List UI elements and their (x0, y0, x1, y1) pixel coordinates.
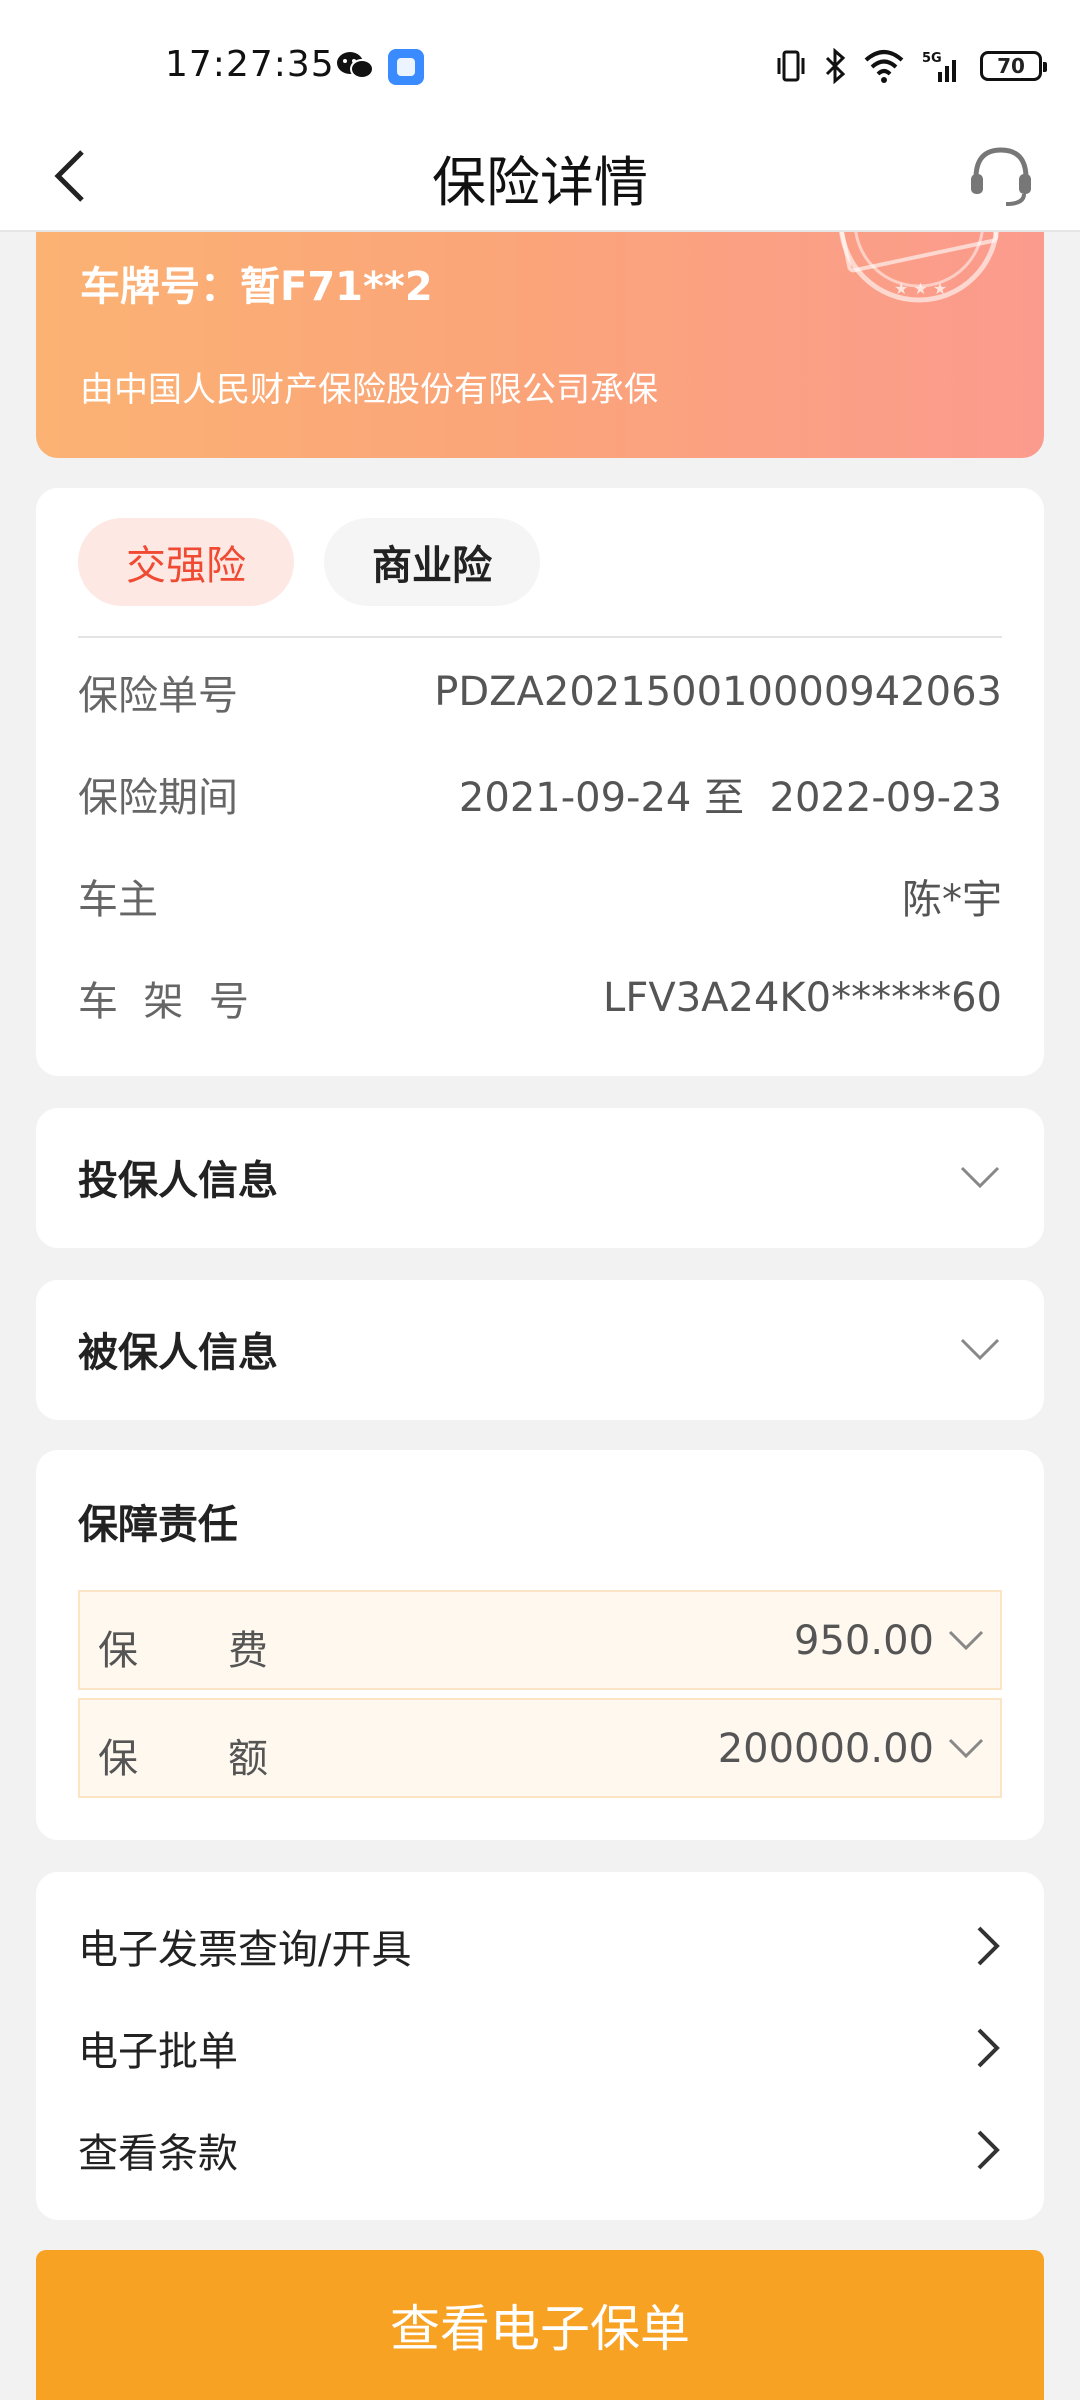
page-title: 保险详情 (432, 151, 648, 214)
vibrate-icon (777, 50, 805, 82)
premium-value: 950.00 (794, 1618, 934, 1664)
chevron-right-icon (977, 1926, 1000, 1966)
tab-commercial[interactable]: 商业险 (324, 518, 540, 606)
view-terms-link[interactable]: 查看条款 (78, 2110, 1002, 2190)
chevron-right-icon (977, 2130, 1000, 2170)
vin-value: LFV3A24K0******60 (603, 975, 1002, 1021)
policy-card: 交强险 商业险 保险单号 PDZA202150010000942063 保险期间… (36, 488, 1044, 1076)
insurer-name: 由中国人民财产保险股份有限公司承保 (80, 370, 658, 410)
chevron-down-icon (948, 1630, 984, 1651)
wechat-icon (337, 52, 374, 79)
policy-period-value: 2021-09-24 至 2022-09-23 (458, 775, 1002, 821)
links-card: 电子发票查询/开具 电子批单 查看条款 (36, 1872, 1044, 2220)
insurance-type-tabs: 交强险 商业险 (78, 518, 540, 606)
chevron-down-icon (960, 1338, 1000, 1361)
applicant-info-section[interactable]: 投保人信息 (36, 1108, 1044, 1248)
e-invoice-label: 电子发票查询/开具 (78, 1927, 412, 1973)
premium-label: 保费 (98, 1618, 268, 1676)
owner-value: 陈*宇 (902, 877, 1002, 923)
sum-insured-value: 200000.00 (717, 1726, 934, 1772)
battery-icon: 70 (980, 51, 1047, 81)
stamp-icon: ★ ★ ★ (839, 232, 999, 303)
network-label: 5G (922, 51, 942, 66)
sum-insured-label: 保额 (98, 1726, 268, 1784)
applicant-info-title: 投保人信息 (78, 1158, 278, 1204)
owner-row: 车主 陈*宇 (78, 866, 1002, 926)
bluetooth-icon (825, 48, 846, 84)
insured-info-title: 被保人信息 (78, 1330, 278, 1376)
premium-label-part: 保 (98, 1628, 138, 1674)
e-endorsement-label: 电子批单 (78, 2029, 238, 2075)
policy-period-label: 保险期间 (78, 775, 238, 821)
premium-label-part: 费 (228, 1628, 268, 1674)
chevron-down-icon (948, 1738, 984, 1759)
vin-row: 车 架 号 LFV3A24K0******60 (78, 968, 1002, 1028)
insured-info-section[interactable]: 被保人信息 (36, 1280, 1044, 1420)
coverage-title: 保障责任 (78, 1502, 238, 1548)
headset-icon[interactable] (966, 140, 1036, 210)
status-bar: 17:27:35 5G 70 (0, 0, 1080, 120)
policy-number-label: 保险单号 (78, 673, 238, 719)
vin-label: 车 架 号 (78, 979, 249, 1025)
status-icons: 5G 70 (776, 46, 1047, 86)
sum-insured-label-part: 保 (98, 1736, 138, 1782)
sum-insured-label-part: 额 (228, 1736, 268, 1782)
status-time: 17:27:35 (165, 44, 335, 85)
wifi-icon (864, 50, 904, 83)
premium-row[interactable]: 保费 950.00 (78, 1590, 1002, 1690)
divider (78, 636, 1002, 638)
nav-header: 保险详情 (0, 120, 1080, 232)
view-e-policy-button[interactable]: 查看电子保单 (36, 2250, 1044, 2400)
policy-number-value: PDZA202150010000942063 (434, 669, 1002, 715)
coverage-card: 保障责任 保费 950.00 保额 200000.00 (36, 1450, 1044, 1840)
signal-icon: 5G (922, 51, 956, 82)
policy-period-row: 保险期间 2021-09-24 至 2022-09-23 (78, 764, 1002, 824)
chevron-right-icon (977, 2028, 1000, 2068)
app-notification-icon (388, 49, 424, 85)
owner-label: 车主 (78, 877, 158, 923)
sum-insured-row[interactable]: 保额 200000.00 (78, 1698, 1002, 1798)
policy-banner: 车牌号：暂F71**2 由中国人民财产保险股份有限公司承保 ★ ★ ★ (36, 232, 1044, 458)
svg-text:★ ★ ★: ★ ★ ★ (894, 279, 947, 298)
e-endorsement-link[interactable]: 电子批单 (78, 2008, 1002, 2088)
tab-compulsory[interactable]: 交强险 (78, 518, 294, 606)
e-invoice-link[interactable]: 电子发票查询/开具 (78, 1906, 1002, 1986)
view-terms-label: 查看条款 (78, 2131, 238, 2177)
policy-number-row: 保险单号 PDZA202150010000942063 (78, 662, 1002, 722)
chevron-down-icon (960, 1166, 1000, 1189)
plate-number: 车牌号：暂F71**2 (80, 264, 433, 310)
